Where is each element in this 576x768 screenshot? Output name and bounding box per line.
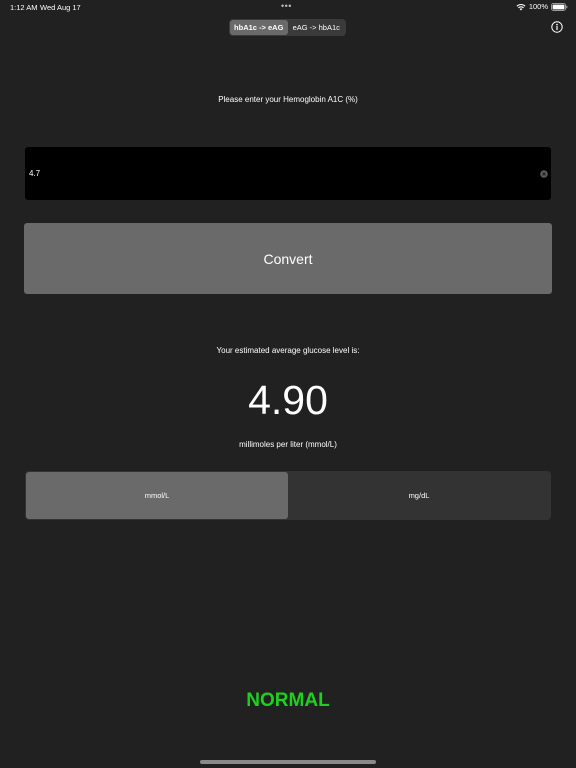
clear-icon[interactable] — [540, 170, 548, 178]
result-unit-label: millimoles per liter (mmol/L) — [239, 440, 337, 449]
conversion-mode-segmented-control: hbA1c -> eAG eAG -> hbA1c — [229, 19, 346, 36]
battery-percent: 100% — [528, 2, 548, 11]
status-date: Wed Aug 17 — [40, 3, 81, 12]
battery-icon — [551, 2, 568, 11]
result-value: 4.90 — [248, 377, 328, 423]
unit-segmented-control: mmol/L mg/dL — [25, 471, 551, 520]
a1c-input[interactable] — [29, 165, 529, 181]
mode-option-eag-to-a1c[interactable]: eAG -> hbA1c — [288, 20, 346, 35]
home-indicator[interactable] — [200, 760, 376, 764]
unit-option-mmol[interactable]: mmol/L — [26, 472, 288, 519]
info-icon[interactable] — [551, 21, 563, 33]
unit-option-mgdl[interactable]: mg/dL — [288, 472, 550, 519]
mode-option-a1c-to-eag[interactable]: hbA1c -> eAG — [230, 20, 288, 35]
a1c-input-container — [25, 147, 551, 200]
convert-button[interactable]: Convert — [24, 223, 552, 294]
wifi-icon — [516, 3, 526, 11]
result-label: Your estimated average glucose level is: — [216, 346, 360, 355]
status-bar: 1:12 AM Wed Aug 17 ••• 100% — [0, 0, 576, 16]
multitasking-dots[interactable]: ••• — [281, 1, 292, 11]
glucose-status-text: NORMAL — [246, 690, 330, 711]
status-right-group: 100% — [516, 2, 568, 11]
status-time: 1:12 AM — [10, 3, 38, 12]
a1c-prompt-label: Please enter your Hemoglobin A1C (%) — [218, 95, 358, 104]
